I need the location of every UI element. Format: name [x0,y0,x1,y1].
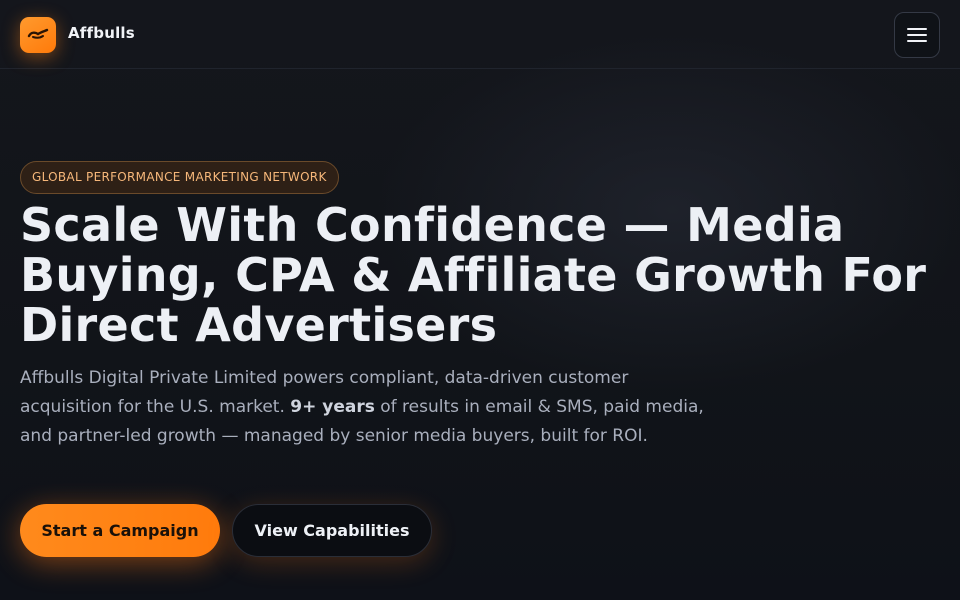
bull-horns-icon [27,28,49,39]
start-campaign-button[interactable]: Start a Campaign [20,504,220,557]
menu-button[interactable] [894,12,940,58]
lead-highlight: 9+ years [290,397,375,417]
top-nav: Affbulls [0,0,960,69]
eyebrow-badge: GLOBAL PERFORMANCE MARKETING NETWORK [20,161,339,194]
hamburger-menu-icon [907,28,927,42]
logo-badge[interactable] [20,17,56,53]
brand-name[interactable]: Affbulls [68,24,135,42]
hero-headline: Scale With Confidence — Media Buying, CP… [20,198,927,352]
page: Affbulls GLOBAL PERFORMANCE MARKETING NE… [0,0,960,600]
hero-lead: Affbulls Digital Private Limited powers … [20,364,720,451]
view-capabilities-button[interactable]: View Capabilities [232,504,432,557]
